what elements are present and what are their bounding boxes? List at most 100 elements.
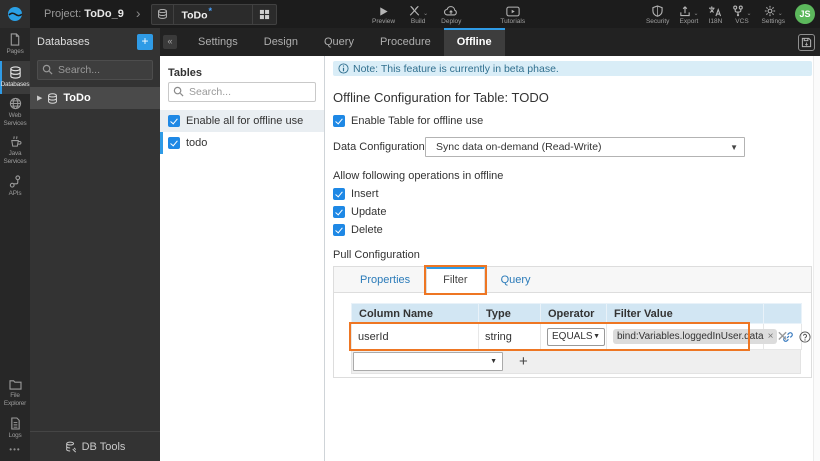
folder-icon bbox=[8, 379, 22, 390]
update-operation-row: Update bbox=[333, 206, 812, 218]
rail-item-java-services[interactable]: Java Services bbox=[0, 132, 30, 170]
tab-query[interactable]: Query bbox=[311, 28, 367, 56]
rail-item-apis[interactable]: APIs bbox=[0, 170, 30, 203]
export-button[interactable]: ⌄ Export bbox=[679, 0, 698, 28]
connector-icon bbox=[9, 174, 21, 188]
operator-select[interactable]: EQUALS ▼ bbox=[547, 327, 605, 346]
add-filter-row: ▼ + bbox=[351, 350, 801, 374]
enable-all-checkbox[interactable] bbox=[168, 115, 180, 127]
coffee-icon bbox=[9, 135, 22, 148]
enable-table-label: Enable Table for offline use bbox=[351, 115, 484, 127]
pull-configuration-panel: Properties Filter Query Column Name Type… bbox=[333, 265, 812, 378]
db-tools-button[interactable]: DB Tools bbox=[30, 431, 160, 461]
operator-value: EQUALS bbox=[552, 331, 593, 342]
expand-caret-icon[interactable]: ▶ bbox=[37, 94, 42, 102]
vcs-label: VCS bbox=[735, 17, 749, 25]
open-document-tab[interactable]: ToDo* bbox=[150, 3, 277, 25]
scrollbar-track[interactable] bbox=[813, 56, 820, 461]
vcs-button[interactable]: ⌄ VCS bbox=[732, 0, 752, 28]
todo-table-checkbox[interactable] bbox=[168, 137, 180, 149]
column-name-cell[interactable]: userId bbox=[351, 323, 479, 350]
chevron-down-icon: ⌄ bbox=[693, 10, 699, 17]
pull-config-tabs: Properties Filter Query bbox=[334, 265, 811, 295]
help-icon[interactable] bbox=[799, 330, 811, 343]
data-configuration-label: Data Configuration bbox=[333, 141, 425, 153]
grid-view-icon[interactable] bbox=[251, 4, 276, 24]
insert-checkbox[interactable] bbox=[333, 188, 345, 200]
document-title-text: ToDo bbox=[181, 9, 208, 22]
table-row-todo[interactable]: todo bbox=[160, 132, 324, 154]
i18n-label: I18N bbox=[708, 17, 723, 25]
security-button[interactable]: Security bbox=[646, 0, 669, 28]
collapse-panel-button[interactable]: « bbox=[163, 35, 177, 49]
databases-search-input[interactable] bbox=[37, 60, 153, 80]
i18n-button[interactable]: I18N bbox=[708, 0, 722, 28]
tab-filter[interactable]: Filter bbox=[424, 265, 487, 295]
tab-offline[interactable]: Offline bbox=[443, 28, 505, 56]
enable-table-checkbox[interactable] bbox=[333, 115, 345, 127]
save-export-button[interactable] bbox=[798, 33, 815, 51]
deploy-label: Deploy bbox=[441, 17, 462, 25]
database-item-label: ToDo bbox=[63, 92, 91, 104]
caret-down-icon: ▼ bbox=[490, 358, 497, 365]
filter-table-header-row: Column Name Type Operator Filter Value bbox=[351, 303, 802, 324]
branch-icon: ⌄ bbox=[732, 4, 752, 17]
search-icon bbox=[173, 86, 184, 97]
wavemaker-studio: Project:ToDo_9 › ToDo* Preview ⌄ Build bbox=[0, 0, 820, 461]
app-logo[interactable] bbox=[0, 0, 30, 28]
add-database-button[interactable]: + bbox=[137, 34, 153, 50]
project-prefix: Project: bbox=[44, 8, 82, 20]
tab-pull-query[interactable]: Query bbox=[485, 267, 547, 292]
rail-item-file-explorer[interactable]: File Explorer bbox=[0, 376, 30, 412]
operations-label: Allow following operations in offline bbox=[333, 170, 504, 182]
topbar: Project:ToDo_9 › ToDo* Preview ⌄ Build bbox=[0, 0, 820, 28]
col-header-filter-value: Filter Value bbox=[606, 303, 764, 324]
document-title: ToDo* bbox=[174, 6, 252, 22]
shield-icon bbox=[652, 4, 663, 17]
rail-item-logs[interactable]: Logs bbox=[0, 412, 30, 445]
logo-icon bbox=[7, 6, 23, 22]
info-icon bbox=[338, 63, 349, 74]
log-file-icon bbox=[10, 416, 21, 430]
deploy-button[interactable]: Deploy bbox=[441, 0, 461, 28]
project-title: ToDo_9 bbox=[84, 8, 124, 20]
delete-checkbox[interactable] bbox=[333, 224, 345, 236]
type-cell: string bbox=[478, 323, 541, 350]
rail-item-pages[interactable]: Pages bbox=[0, 28, 30, 61]
database-item-todo[interactable]: ▶ ToDo bbox=[30, 87, 160, 109]
tab-properties[interactable]: Properties bbox=[344, 267, 426, 292]
rail-item-web-services[interactable]: Web Services bbox=[0, 94, 30, 132]
tab-procedure[interactable]: Procedure bbox=[367, 28, 444, 56]
chevron-down-icon: ⌄ bbox=[777, 10, 783, 17]
enable-all-offline-row[interactable]: Enable all for offline use bbox=[160, 110, 324, 132]
tables-search-input[interactable] bbox=[168, 82, 316, 102]
clear-bind-icon[interactable]: × bbox=[768, 331, 774, 342]
add-filter-button[interactable]: + bbox=[519, 354, 528, 369]
user-avatar[interactable]: JS bbox=[795, 4, 815, 24]
tab-settings[interactable]: Settings bbox=[185, 28, 251, 56]
tab-design[interactable]: Design bbox=[251, 28, 311, 56]
new-column-select[interactable]: ▼ bbox=[353, 352, 503, 371]
settings-button[interactable]: ⌄ Settings bbox=[761, 0, 786, 28]
caret-down-icon: ▼ bbox=[593, 333, 600, 340]
update-label: Update bbox=[351, 206, 387, 218]
data-configuration-select[interactable]: Sync data on-demand (Read-Write) ▼ bbox=[425, 137, 745, 157]
video-icon bbox=[506, 4, 520, 17]
bind-value-chip[interactable]: bind:Variables.loggedInUser.data × bbox=[613, 329, 778, 344]
settings-label: Settings bbox=[761, 17, 786, 25]
update-checkbox[interactable] bbox=[333, 206, 345, 218]
db-tools-label: DB Tools bbox=[81, 440, 126, 453]
left-rail: Pages Databases Web Services Java Servic… bbox=[0, 28, 30, 461]
insert-label: Insert bbox=[351, 188, 379, 200]
topbar-utilities: Security ⌄ Export I18N ⌄ VCS ⌄ Settings … bbox=[646, 0, 815, 28]
rail-label: File Explorer bbox=[3, 392, 27, 407]
more-options-icon[interactable]: ••• bbox=[0, 445, 30, 461]
rail-item-databases[interactable]: Databases bbox=[0, 61, 30, 94]
filter-value-cell: bind:Variables.loggedInUser.data × bbox=[606, 323, 811, 350]
save-icon bbox=[801, 37, 812, 47]
col-header-operator: Operator bbox=[540, 303, 607, 324]
tutorials-button[interactable]: Tutorials bbox=[500, 0, 525, 28]
build-button[interactable]: ⌄ Build bbox=[408, 0, 428, 28]
tables-search bbox=[168, 82, 316, 102]
preview-button[interactable]: Preview bbox=[372, 0, 395, 28]
